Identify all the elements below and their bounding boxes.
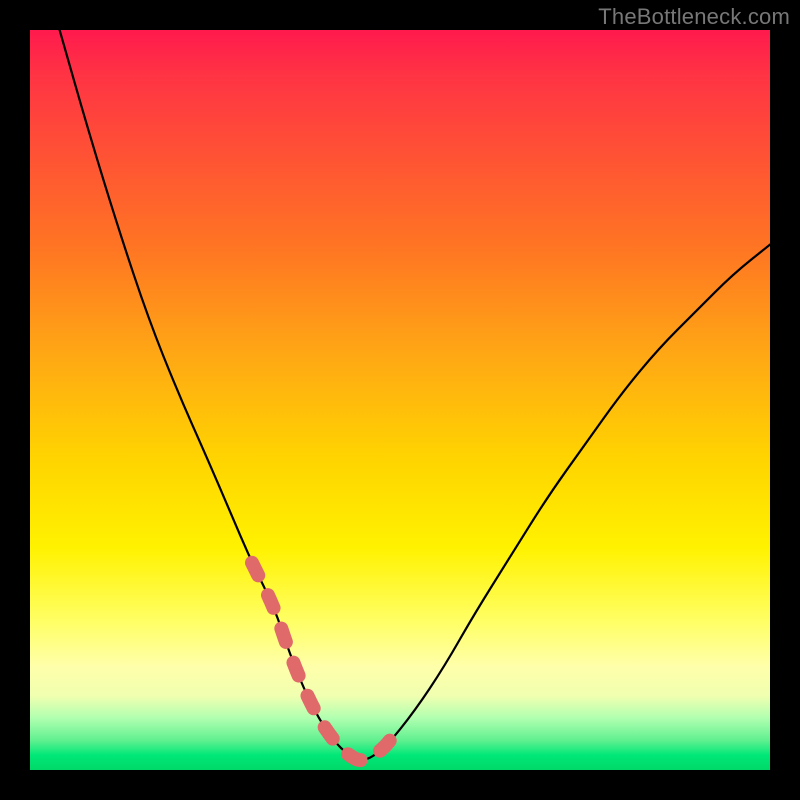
curve-layer	[30, 30, 770, 770]
optimal-zone-marker	[252, 563, 400, 760]
chart-frame: TheBottleneck.com	[0, 0, 800, 800]
bottleneck-curve	[60, 30, 770, 760]
watermark-text: TheBottleneck.com	[598, 4, 790, 30]
plot-area	[30, 30, 770, 770]
